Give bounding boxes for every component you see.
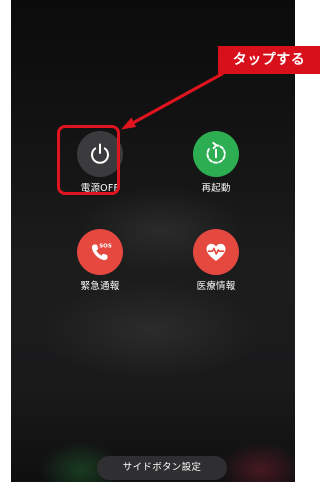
tap-callout: タップする: [218, 46, 320, 74]
